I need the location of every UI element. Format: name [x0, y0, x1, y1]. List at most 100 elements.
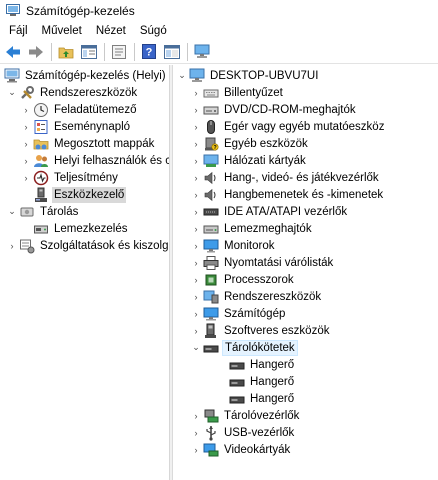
chevron-right-icon[interactable]: ›: [191, 220, 201, 237]
device-category[interactable]: › ? Egyéb eszközök: [191, 135, 310, 152]
tree-item-disk-management[interactable]: Lemezkezelés: [31, 220, 130, 237]
computer-management-icon: [6, 4, 20, 16]
menu-view[interactable]: Nézet: [89, 22, 133, 40]
tree-item-event-viewer[interactable]: › Eseménynapló: [21, 118, 132, 135]
console-view-icon[interactable]: [162, 42, 182, 62]
tree-item-storage[interactable]: ⌄ Tárolás: [7, 203, 80, 220]
device-category[interactable]: › Hangbemenetek és -kimenetek: [191, 186, 385, 203]
tree-item-device-manager[interactable]: Eszközkezelő: [31, 186, 127, 203]
chevron-right-icon[interactable]: ›: [21, 152, 31, 169]
device-category-label: USB-vezérlők: [224, 426, 295, 439]
device-category[interactable]: › USB-vezérlők: [191, 424, 296, 441]
software-device-icon: [203, 323, 219, 339]
network-adapter-icon: [203, 153, 219, 169]
chevron-right-icon[interactable]: ›: [191, 186, 201, 203]
device-category[interactable]: › Egér vagy egyéb mutatóeszköz: [191, 118, 386, 135]
storage-icon: [19, 204, 35, 220]
users-icon: [33, 153, 49, 169]
device-category[interactable]: › Hálózati kártyák: [191, 152, 308, 169]
device-category-label: Hangbemenetek és -kimenetek: [224, 188, 384, 201]
device-item-label: Hangerő: [250, 358, 295, 371]
device-category-label: Tárolókötetek: [222, 339, 298, 356]
computer-icon: [203, 306, 219, 322]
shared-folder-icon: [33, 136, 49, 152]
title-bar: Számítógép-kezelés: [0, 0, 438, 22]
tree-item-task-scheduler[interactable]: › Feladatütemező: [21, 101, 138, 118]
tree-item-local-users[interactable]: › Helyi felhasználók és cs: [21, 152, 169, 169]
chevron-down-icon[interactable]: ⌄: [191, 339, 201, 356]
toolbar-separator: [104, 42, 105, 61]
device-category[interactable]: › Tárolóvezérlők: [191, 407, 301, 424]
device-category[interactable]: › Monitorok: [191, 237, 277, 254]
device-category-label: Egyéb eszközök: [224, 137, 308, 150]
tree-item-services-and-applications[interactable]: › Szolgáltatások és kiszolgálók: [7, 237, 169, 254]
chevron-right-icon[interactable]: ›: [191, 322, 201, 339]
help-icon[interactable]: ?: [139, 42, 159, 62]
svg-text:?: ?: [146, 47, 153, 59]
device-category-label: Szoftveres eszközök: [224, 324, 330, 337]
chevron-right-icon[interactable]: ›: [191, 254, 201, 271]
device-tree-root[interactable]: ⌄ DESKTOP-UBVU7UI: [177, 67, 320, 84]
device-category[interactable]: › Nyomtatási várólisták: [191, 254, 335, 271]
system-devices-icon: [203, 289, 219, 305]
chevron-right-icon[interactable]: ›: [191, 424, 201, 441]
device-category[interactable]: › Billentyűzet: [191, 84, 285, 101]
device-category[interactable]: › Rendszereszközök: [191, 288, 323, 305]
device-tree: ⌄ DESKTOP-UBVU7UI › Billentyűzet › DVD/C…: [174, 65, 438, 480]
device-category[interactable]: › Szoftveres eszközök: [191, 322, 331, 339]
up-folder-icon[interactable]: [56, 42, 76, 62]
tree-item-shared-folders[interactable]: › Megosztott mappák: [21, 135, 156, 152]
chevron-right-icon[interactable]: ›: [191, 305, 201, 322]
chevron-right-icon[interactable]: ›: [191, 101, 201, 118]
device-category-storage-volumes[interactable]: ⌄ Tárolókötetek: [191, 339, 298, 356]
chevron-right-icon[interactable]: ›: [191, 135, 201, 152]
chevron-right-icon[interactable]: ›: [191, 288, 201, 305]
chevron-right-icon[interactable]: ›: [191, 169, 201, 186]
chevron-right-icon[interactable]: ›: [21, 135, 31, 152]
device-category[interactable]: › IDE ATA/ATAPI vezérlők: [191, 203, 349, 220]
tree-root-computer-management[interactable]: Számítógép-kezelés (Helyi): [4, 67, 168, 84]
chevron-right-icon[interactable]: ›: [191, 203, 201, 220]
tree-label: Eszközkezelő: [52, 186, 127, 203]
forward-icon[interactable]: [26, 42, 46, 62]
chevron-right-icon[interactable]: ›: [191, 237, 201, 254]
chevron-right-icon[interactable]: ›: [191, 152, 201, 169]
back-icon[interactable]: [3, 42, 23, 62]
tree-label: Teljesítmény: [54, 171, 118, 184]
device-category-label: Egér vagy egyéb mutatóeszköz: [224, 120, 385, 133]
device-category[interactable]: › Processzorok: [191, 271, 296, 288]
device-category[interactable]: › DVD/CD-ROM-meghajtók: [191, 101, 358, 118]
chevron-down-icon[interactable]: ⌄: [7, 84, 17, 101]
chevron-right-icon[interactable]: ›: [21, 101, 31, 118]
chevron-right-icon[interactable]: ›: [21, 169, 31, 186]
chevron-down-icon[interactable]: ⌄: [7, 203, 17, 220]
show-hide-tree-icon[interactable]: [79, 42, 99, 62]
menu-file[interactable]: Fájl: [0, 22, 35, 40]
menu-action[interactable]: Művelet: [35, 22, 89, 40]
chevron-right-icon[interactable]: ›: [191, 84, 201, 101]
device-category[interactable]: › Hang-, videó- és játékvezérlők: [191, 169, 381, 186]
device-category[interactable]: › Videokártyák: [191, 441, 292, 458]
device-category[interactable]: › Számítógép: [191, 305, 287, 322]
pane-splitter[interactable]: [170, 65, 173, 480]
chevron-right-icon[interactable]: ›: [7, 237, 17, 254]
device-item-volume[interactable]: Hangerő: [227, 390, 296, 407]
menu-help[interactable]: Súgó: [133, 22, 174, 40]
chevron-right-icon[interactable]: ›: [21, 118, 31, 135]
monitor-icon[interactable]: [192, 42, 212, 62]
tree-item-system-tools[interactable]: ⌄ Rendszereszközök: [7, 84, 139, 101]
device-item-volume[interactable]: Hangerő: [227, 356, 296, 373]
chevron-right-icon[interactable]: ›: [191, 271, 201, 288]
properties-icon[interactable]: [109, 42, 129, 62]
device-category[interactable]: › Lemezmeghajtók: [191, 220, 314, 237]
tree-label: Eseménynapló: [54, 120, 131, 133]
chevron-down-icon[interactable]: ⌄: [177, 67, 187, 84]
chevron-right-icon[interactable]: ›: [191, 118, 201, 135]
tree-item-performance[interactable]: › Teljesítmény: [21, 169, 120, 186]
chevron-right-icon[interactable]: ›: [191, 407, 201, 424]
device-tree-root-label: DESKTOP-UBVU7UI: [210, 69, 319, 82]
chevron-right-icon[interactable]: ›: [191, 441, 201, 458]
event-log-icon: [33, 119, 49, 135]
device-item-volume[interactable]: Hangerő: [227, 373, 296, 390]
toolbar-separator: [187, 42, 188, 61]
